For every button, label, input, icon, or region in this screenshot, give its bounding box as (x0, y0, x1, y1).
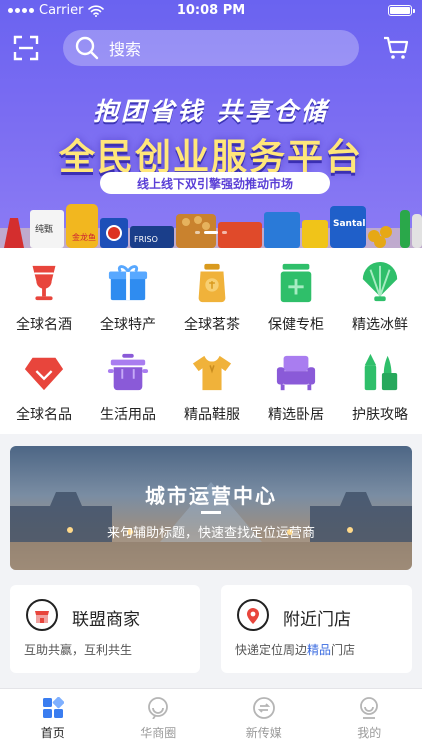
category-item-bedroom[interactable]: 精选卧居 (254, 340, 338, 424)
category-label: 全球名品 (16, 407, 72, 423)
status-bar: Carrier 10:08 PM (0, 0, 422, 22)
home-grid-icon (42, 697, 64, 718)
product-collage-image: 纯甄 金龙鱼 FRISO Santal (0, 204, 422, 248)
category-item-skincare[interactable]: 护肤攻略 (338, 340, 422, 424)
tab-label: 新传媒 (245, 726, 282, 740)
category-item-brands[interactable]: 全球名品 (2, 340, 86, 424)
banner-pager[interactable] (0, 231, 422, 234)
category-item-health[interactable]: 保健专柜 (254, 250, 338, 334)
search-placeholder: 搜索 (109, 40, 142, 59)
banner-title: 城市运营中心 (145, 484, 277, 508)
card-subtitle: 快递定位周边精品门店 (235, 643, 356, 657)
category-label: 护肤攻略 (352, 407, 408, 423)
tab-label: 华商圈 (140, 726, 177, 740)
gift-icon (108, 265, 148, 301)
cosmetics-icon (364, 353, 398, 391)
product-label-friso: FRISO (134, 235, 158, 244)
tab-label: 首页 (40, 726, 65, 740)
tea-jar-icon (198, 263, 226, 303)
hero-tagline: 线上线下双引擎强劲推动市场 (100, 172, 330, 194)
tab-bar: 首页 华商圈 新传媒 我的 (0, 688, 422, 750)
category-label: 生活用品 (100, 407, 156, 423)
search-input[interactable]: 搜索 (63, 30, 359, 66)
chat-bubble-icon (148, 697, 169, 719)
alliance-merchants-card[interactable]: 联盟商家 互助共赢，互利共生 (10, 585, 200, 673)
category-label: 精品鞋服 (184, 407, 240, 423)
category-item-daily[interactable]: 生活用品 (86, 340, 170, 424)
product-label-santal: Santal (333, 219, 365, 229)
store-icon (26, 599, 58, 631)
category-label: 精选卧居 (268, 407, 324, 423)
category-label: 全球茗茶 (184, 317, 240, 333)
banner-subtitle: 来句辅助标题，快速查找定位运营商 (106, 526, 315, 541)
category-item-apparel[interactable]: 精品鞋服 (170, 340, 254, 424)
city-operation-banner[interactable]: 城市运营中心 来句辅助标题，快速查找定位运营商 (10, 446, 412, 570)
category-label: 全球特产 (100, 317, 156, 333)
diamond-icon (24, 357, 64, 391)
category-item-specialty[interactable]: 全球特产 (86, 250, 170, 334)
tab-home[interactable]: 首页 (0, 689, 106, 750)
pot-icon (107, 353, 149, 391)
tab-new-media[interactable]: 新传媒 (211, 689, 317, 750)
hero-slogan: 抱团省钱 共享仓储 (93, 97, 329, 126)
category-item-wine[interactable]: 全球名酒 (2, 250, 86, 334)
pager-dot[interactable] (222, 231, 227, 234)
category-label: 全球名酒 (16, 317, 72, 333)
medicine-icon (280, 263, 312, 303)
pager-dot[interactable] (195, 231, 200, 234)
cart-icon[interactable] (382, 34, 410, 62)
highlight-text: 精品 (307, 643, 332, 657)
card-title: 联盟商家 (72, 610, 140, 630)
tshirt-icon (192, 355, 232, 391)
category-label: 精选冰鲜 (352, 317, 408, 333)
category-item-seafood[interactable]: 精选冰鲜 (338, 250, 422, 334)
location-pin-icon (237, 599, 269, 631)
wine-glass-icon (32, 265, 56, 301)
category-label: 保健专柜 (268, 317, 324, 333)
pager-dot-active[interactable] (204, 231, 218, 234)
profile-icon (360, 697, 379, 719)
category-item-tea[interactable]: 全球茗茶 (170, 250, 254, 334)
card-subtitle: 互助共赢，互利共生 (24, 643, 133, 657)
sofa-icon (276, 355, 316, 391)
scan-icon[interactable] (12, 34, 40, 62)
status-time: 10:08 PM (176, 3, 246, 18)
banner-divider (201, 511, 221, 514)
tab-profile[interactable]: 我的 (317, 689, 422, 750)
tab-business-circle[interactable]: 华商圈 (106, 689, 212, 750)
hero-banner[interactable]: Carrier 10:08 PM 搜索 抱团省钱 共享仓储 全民创业服务平台 线… (0, 0, 422, 248)
shell-icon (362, 262, 398, 302)
tab-label: 我的 (357, 726, 382, 740)
category-grid: 全球名酒 全球特产 全球茗茶 保健专柜 精选冰鲜 全球名品 生活用品 精品鞋服 … (0, 248, 422, 434)
card-title: 附近门店 (283, 610, 351, 630)
refresh-icon (252, 697, 275, 719)
battery-icon (388, 5, 415, 16)
nearby-stores-card[interactable]: 附近门店 快递定位周边精品门店 (221, 585, 412, 673)
search-icon (75, 36, 99, 60)
